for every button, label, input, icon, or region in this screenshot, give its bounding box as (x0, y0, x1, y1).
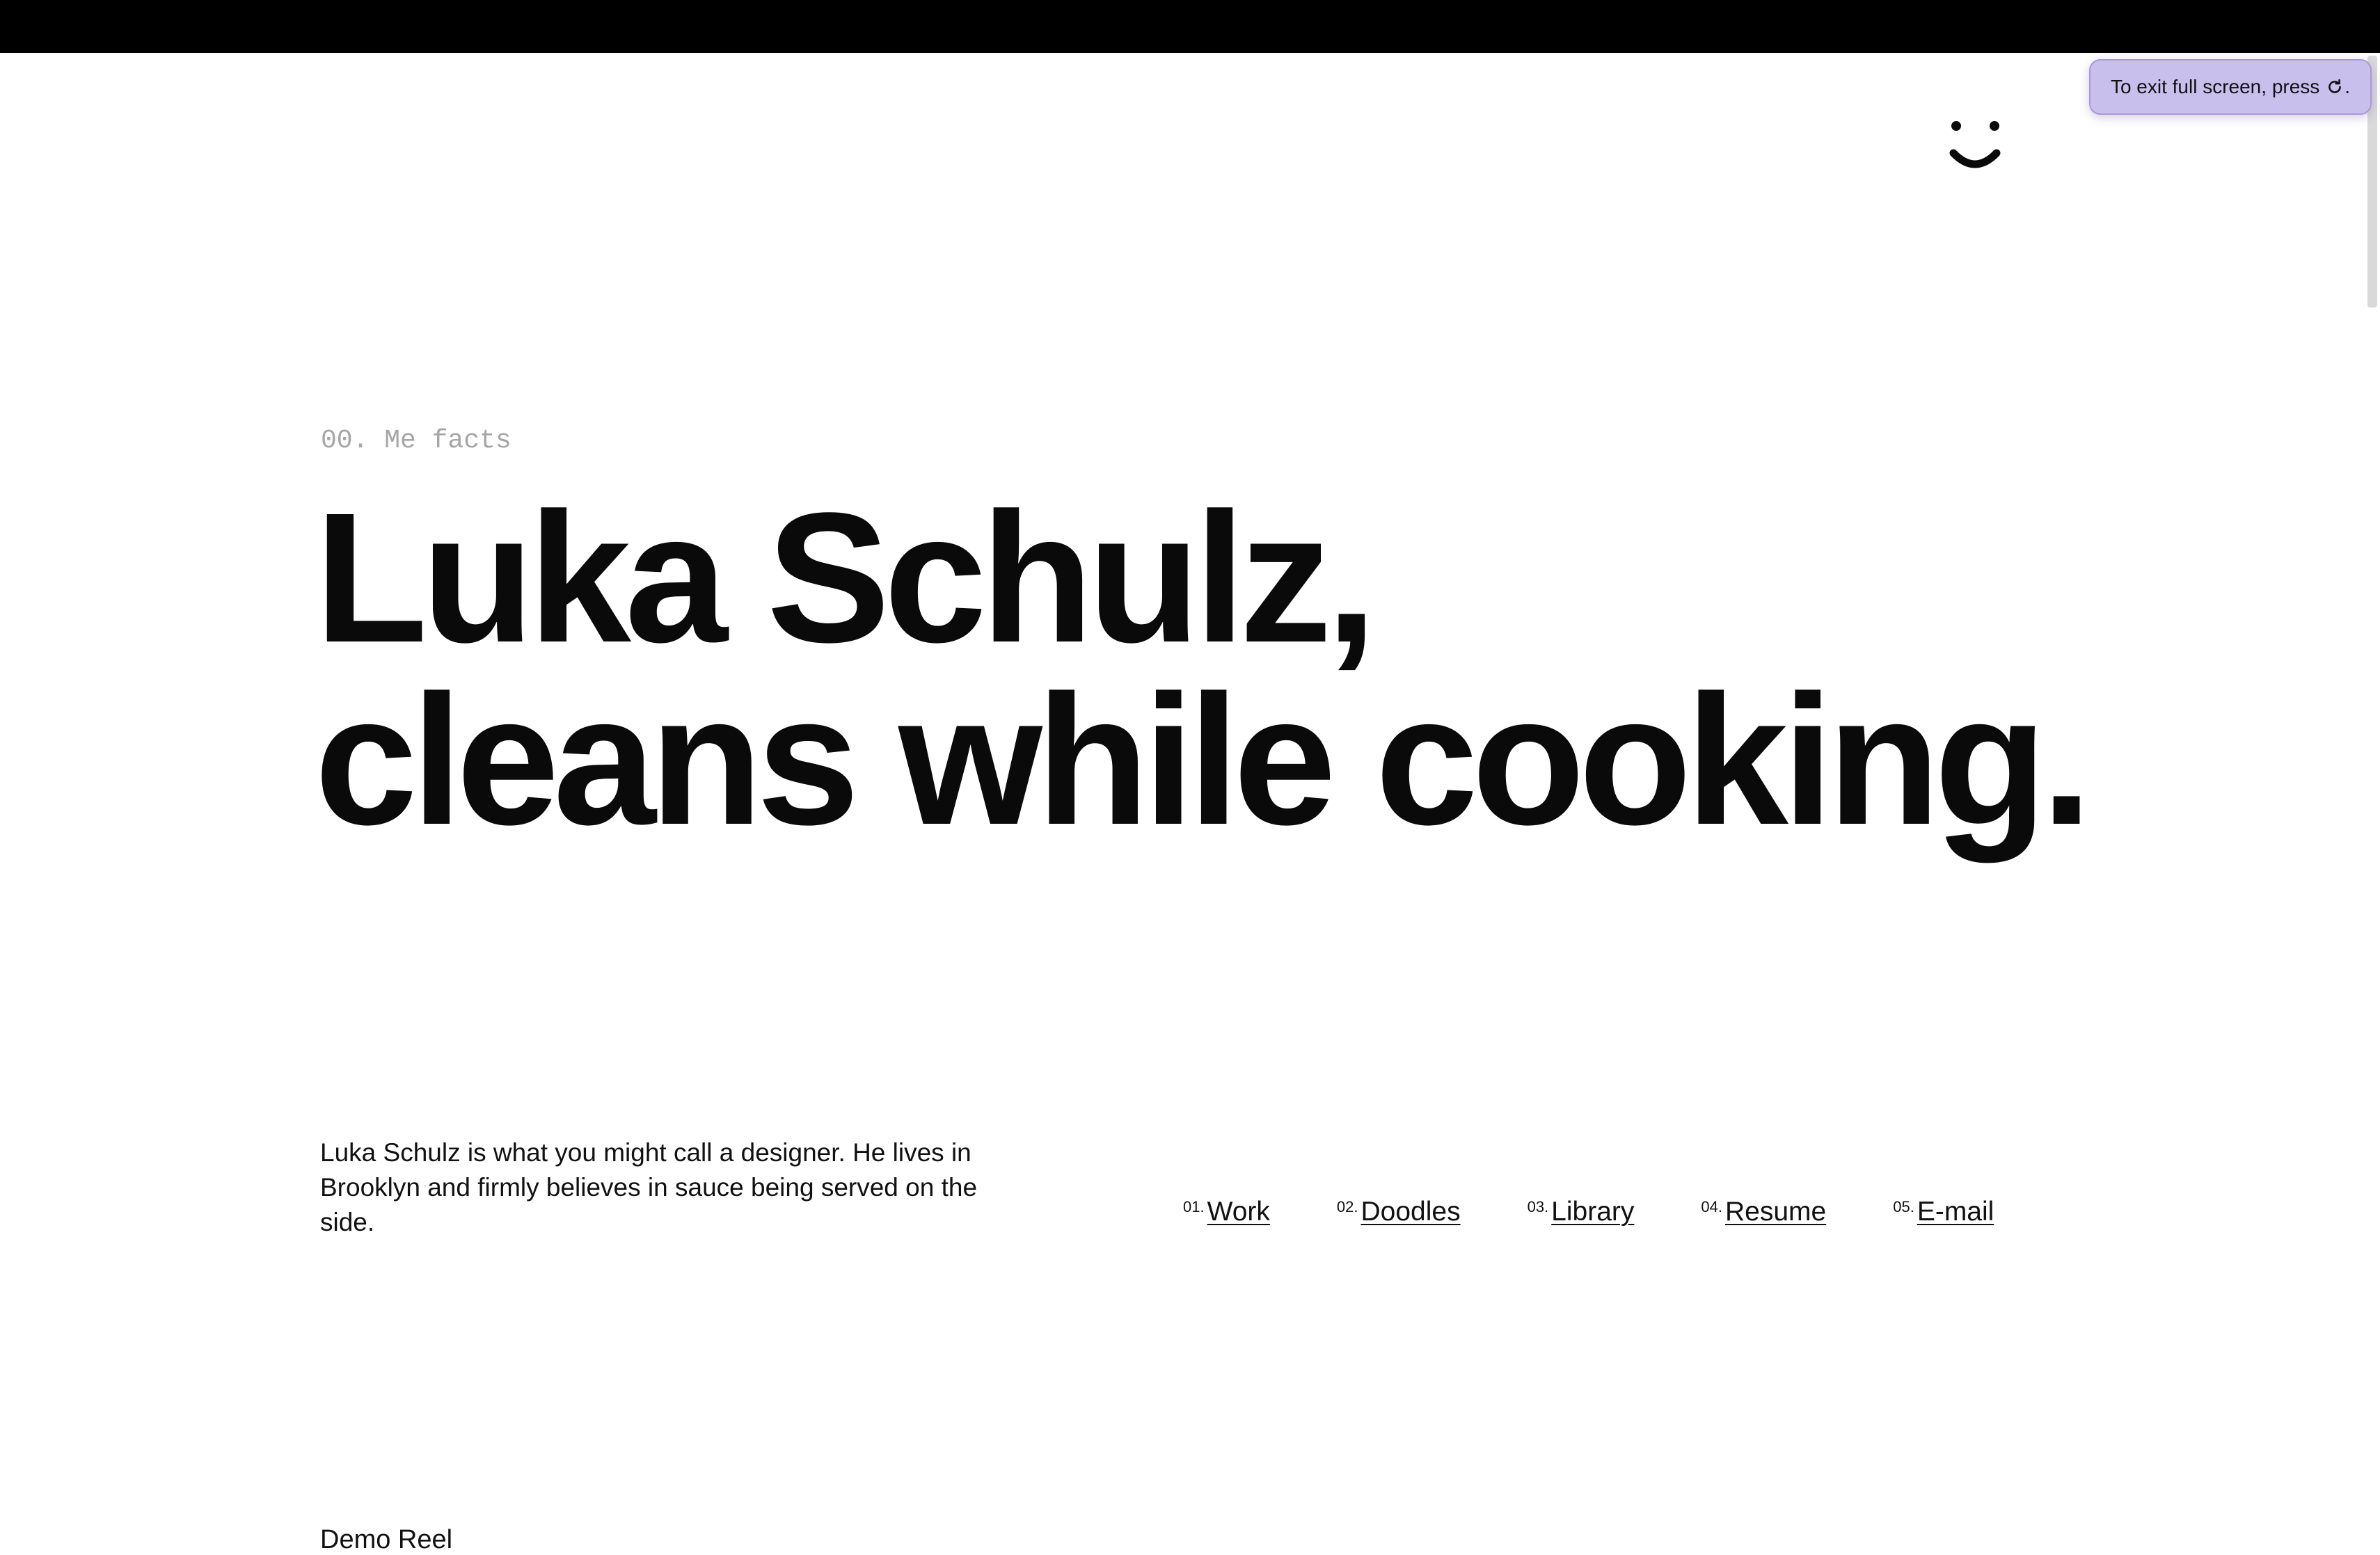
nav-number: 04. (1701, 1198, 1722, 1215)
nav-item-doodles[interactable]: 02. Doodles (1337, 1197, 1461, 1227)
nav-item-library[interactable]: 03. Library (1528, 1197, 1635, 1227)
nav-label[interactable]: Resume (1725, 1197, 1826, 1227)
main-nav: 01. Work 02. Doodles 03. Library 04. Res… (1183, 1197, 1994, 1238)
fullscreen-toast-text: To exit full screen, press (2110, 76, 2320, 97)
section-eyebrow: 00. Me facts (321, 426, 511, 456)
bio-paragraph: Luka Schulz is what you might call a des… (320, 1138, 978, 1236)
fullscreen-exit-toast: To exit full screen, press . (2089, 59, 2372, 115)
nav-label[interactable]: Library (1551, 1197, 1634, 1227)
nav-label[interactable]: E-mail (1917, 1197, 1994, 1227)
hero-headline: Luka Schulz, cleans while cooking. (315, 475, 2124, 863)
headline-line-2: cleans while cooking. (315, 657, 2093, 863)
nav-item-work[interactable]: 01. Work (1183, 1197, 1270, 1227)
browser-top-bar (0, 0, 2380, 53)
nav-number: 02. (1336, 1198, 1358, 1215)
nav-item-email[interactable]: 05. E-mail (1893, 1197, 1994, 1227)
refresh-icon (2329, 79, 2342, 93)
nav-number: 03. (1527, 1198, 1549, 1215)
nav-number: 01. (1183, 1198, 1205, 1215)
smiley-face-icon[interactable] (1944, 117, 2006, 180)
smiley-face-graphic (1949, 121, 2001, 168)
fullscreen-toast-period: . (2345, 76, 2351, 97)
nav-item-resume[interactable]: 04. Resume (1701, 1197, 1826, 1227)
nav-label[interactable]: Work (1207, 1197, 1270, 1227)
nav-label[interactable]: Doodles (1360, 1197, 1460, 1227)
headline-line-1: Luka Schulz, (315, 475, 1377, 681)
nav-number: 05. (1893, 1198, 1914, 1215)
